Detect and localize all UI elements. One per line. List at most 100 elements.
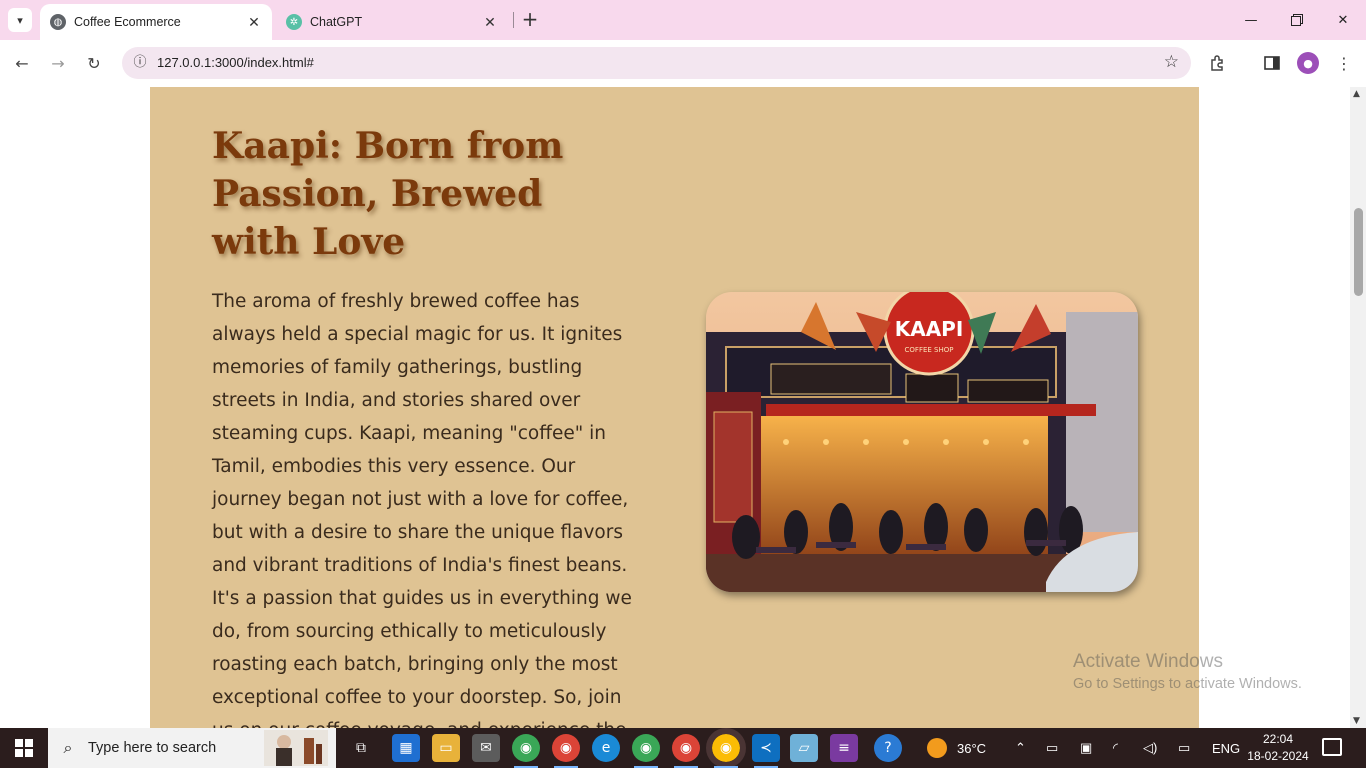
keyboard-icon: ▭ xyxy=(1178,740,1191,755)
mail-button[interactable]: ✉ xyxy=(472,734,500,762)
chevron-down-icon: ▾ xyxy=(17,13,23,27)
mail-icon: ✉ xyxy=(480,740,492,756)
language-label: ENG xyxy=(1212,740,1241,756)
user-icon: ● xyxy=(1303,56,1313,70)
menu-button[interactable]: ⋮ xyxy=(1329,48,1359,78)
tab-chatgpt[interactable]: ✲ ChatGPT ✕ xyxy=(276,4,508,40)
minimize-icon: — xyxy=(1244,12,1258,28)
chrome-icon: ◉ xyxy=(679,740,693,756)
coffee-shop-image: KAAPI COFFEE SHOP xyxy=(706,292,1138,592)
side-panel-button[interactable] xyxy=(1257,48,1287,78)
arrow-left-icon: ← xyxy=(15,53,29,73)
reload-button[interactable]: ↻ xyxy=(79,48,109,78)
back-button[interactable]: ← xyxy=(7,48,37,78)
about-section: Kaapi: Born from Passion, Brewed with Lo… xyxy=(150,87,1199,728)
winrar-button[interactable]: ≡ xyxy=(830,734,858,762)
clock[interactable]: 22:04 18-02-2024 xyxy=(1243,731,1313,765)
profile-avatar[interactable]: ● xyxy=(1297,52,1319,74)
chrome-icon: ◉ xyxy=(519,740,533,756)
help-icon: ? xyxy=(884,740,892,756)
search-placeholder[interactable]: Type here to search xyxy=(88,740,216,756)
chrome-button-2[interactable]: ◉ xyxy=(552,734,580,768)
tab-divider xyxy=(513,12,514,28)
store-icon: ▦ xyxy=(399,740,413,756)
minimize-button[interactable]: — xyxy=(1228,0,1274,40)
browser-chrome: ▾ ◍ Coffee Ecommerce ✕ ✲ ChatGPT ✕ + — ✕… xyxy=(0,0,1366,87)
search-highlight-icon xyxy=(264,730,328,766)
sun-icon xyxy=(927,738,947,758)
puzzle-icon xyxy=(1211,55,1223,71)
touch-keyboard-button[interactable]: ▭ xyxy=(1178,728,1190,768)
reload-icon: ↻ xyxy=(87,53,101,73)
clock-date: 18-02-2024 xyxy=(1247,749,1309,763)
close-icon[interactable]: ✕ xyxy=(244,14,264,31)
vscode-button[interactable]: ≺ xyxy=(752,734,780,768)
file-explorer-button[interactable]: ▭ xyxy=(432,734,460,762)
notes-icon: ▱ xyxy=(798,740,810,756)
notes-app-button[interactable]: ▱ xyxy=(790,734,818,762)
plus-icon: + xyxy=(521,7,539,31)
chrome-button-1[interactable]: ◉ xyxy=(512,734,540,768)
tab-search-button[interactable]: ▾ xyxy=(8,8,32,32)
edge-icon: e xyxy=(601,740,611,756)
camera-icon: ▣ xyxy=(1080,740,1093,755)
address-text[interactable]: 127.0.0.1:3000/index.html# xyxy=(157,55,314,70)
side-panel-icon xyxy=(1264,56,1280,70)
about-heading: Kaapi: Born from Passion, Brewed with Lo… xyxy=(212,125,564,263)
task-view-icon: ⧉ xyxy=(356,740,366,756)
page-scrollbar[interactable]: ▲ ▼ xyxy=(1350,87,1366,728)
chrome-icon: ◉ xyxy=(639,740,653,756)
archive-icon: ≡ xyxy=(838,740,850,756)
chrome-icon: ◉ xyxy=(719,740,733,756)
task-view-button[interactable]: ⧉ xyxy=(347,734,375,762)
search-icon: ⌕ xyxy=(63,738,73,757)
show-hidden-icons-button[interactable]: ⌃ xyxy=(1015,728,1026,768)
chatgpt-icon: ✲ xyxy=(286,14,302,30)
microsoft-store-button[interactable]: ▦ xyxy=(392,734,420,762)
globe-icon: ◍ xyxy=(50,14,66,30)
speaker-icon: ◁) xyxy=(1143,740,1158,755)
address-bar[interactable]: ⓘ 127.0.0.1:3000/index.html# ☆ xyxy=(122,47,1191,79)
taskbar-search[interactable]: ⌕ Type here to search xyxy=(48,728,336,768)
extensions-button[interactable] xyxy=(1203,48,1233,78)
battery-status[interactable]: ▭ xyxy=(1046,728,1058,768)
tab-coffee-ecommerce[interactable]: ◍ Coffee Ecommerce ✕ xyxy=(40,4,272,40)
scroll-up-icon[interactable]: ▲ xyxy=(1353,89,1360,99)
meet-now-button[interactable]: ▣ xyxy=(1080,728,1092,768)
browser-toolbar: ← → ↻ ⓘ 127.0.0.1:3000/index.html# ☆ ⋮ xyxy=(0,40,1366,87)
info-icon[interactable]: ⓘ xyxy=(130,53,150,73)
weather-widget[interactable]: 36°C xyxy=(927,728,986,768)
restore-button[interactable] xyxy=(1274,0,1320,40)
new-tab-button[interactable]: + xyxy=(518,8,542,32)
close-icon: ✕ xyxy=(1337,12,1349,28)
arrow-right-icon: → xyxy=(51,53,65,73)
close-window-button[interactable]: ✕ xyxy=(1320,0,1366,40)
weather-temperature: 36°C xyxy=(957,740,987,756)
clock-time: 22:04 xyxy=(1262,732,1294,746)
notifications-button[interactable] xyxy=(1322,738,1342,756)
chrome-button-active[interactable]: ◉ xyxy=(706,728,746,768)
wifi-icon: ◜ xyxy=(1113,740,1119,755)
scrollbar-thumb[interactable] xyxy=(1354,208,1363,296)
battery-icon: ▭ xyxy=(1046,740,1059,755)
chrome-icon: ◉ xyxy=(559,740,573,756)
about-paragraph: The aroma of freshly brewed coffee has a… xyxy=(212,291,632,728)
chrome-button-4[interactable]: ◉ xyxy=(672,734,700,768)
input-language[interactable]: ENG xyxy=(1212,728,1240,768)
close-icon[interactable]: ✕ xyxy=(480,14,500,31)
vscode-icon: ≺ xyxy=(760,740,772,756)
start-button[interactable] xyxy=(0,728,48,768)
tab-title: ChatGPT xyxy=(310,15,363,29)
volume-control[interactable]: ◁) xyxy=(1143,728,1157,768)
star-icon[interactable]: ☆ xyxy=(1164,52,1179,72)
windows-logo-icon xyxy=(15,739,33,757)
edge-button[interactable]: e xyxy=(592,734,620,762)
folder-icon: ▭ xyxy=(439,740,453,756)
shop-sign: KAAPI xyxy=(895,317,964,341)
chrome-button-3[interactable]: ◉ xyxy=(632,734,660,768)
restore-icon xyxy=(1291,14,1303,26)
network-status[interactable]: ◜ xyxy=(1113,728,1118,768)
forward-button[interactable]: → xyxy=(43,48,73,78)
scroll-down-icon[interactable]: ▼ xyxy=(1353,716,1360,726)
help-button[interactable]: ? xyxy=(874,734,902,762)
